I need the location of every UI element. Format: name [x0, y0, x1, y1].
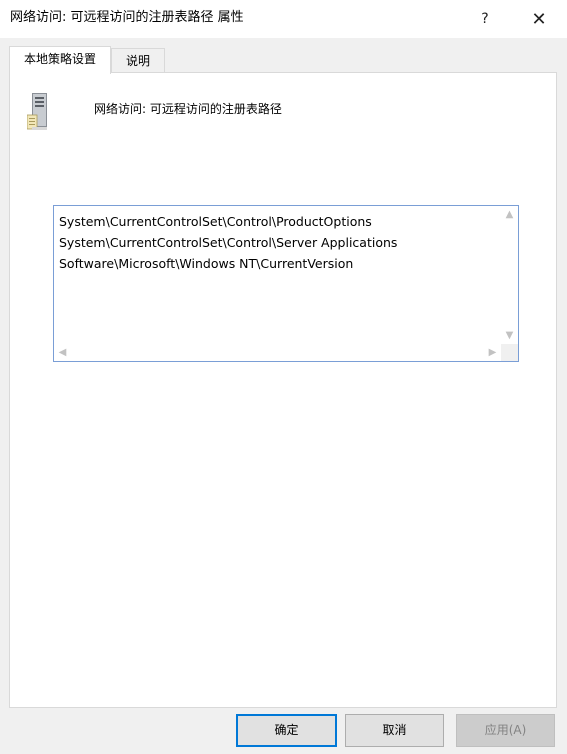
vertical-scrollbar[interactable]: ▲ ▼	[501, 206, 518, 344]
window-title: 网络访问: 可远程访问的注册表路径 属性	[10, 10, 244, 25]
help-button[interactable]: ?	[462, 0, 508, 38]
scroll-left-icon[interactable]: ◀	[54, 344, 71, 361]
server-icon	[27, 93, 47, 130]
scroll-right-icon[interactable]: ▶	[484, 344, 501, 361]
horizontal-scrollbar[interactable]: ◀ ▶	[54, 344, 501, 361]
tab-explain[interactable]: 说明	[111, 48, 165, 73]
list-item: Software\Microsoft\Windows NT\CurrentVer…	[59, 256, 354, 271]
scroll-up-icon[interactable]: ▲	[501, 206, 518, 223]
scroll-down-icon[interactable]: ▼	[501, 327, 518, 344]
dialog-body: 本地策略设置 说明 网络访问: 可远程访问的注册表路径 System\Curre…	[0, 38, 567, 754]
policy-name: 网络访问: 可远程访问的注册表路径	[94, 102, 282, 116]
apply-button[interactable]: 应用(A)	[456, 714, 555, 747]
tab-local-policy-setting[interactable]: 本地策略设置	[9, 46, 111, 74]
cancel-button[interactable]: 取消	[345, 714, 444, 747]
list-item: System\CurrentControlSet\Control\Product…	[59, 214, 372, 229]
list-item: System\CurrentControlSet\Control\Server …	[59, 235, 398, 250]
title-bar: 网络访问: 可远程访问的注册表路径 属性 ? ✕	[0, 0, 567, 38]
ok-button[interactable]: 确定	[236, 714, 337, 747]
tab-panel: 网络访问: 可远程访问的注册表路径 System\CurrentControlS…	[9, 72, 557, 708]
close-button[interactable]: ✕	[516, 0, 562, 38]
registry-path-list: System\CurrentControlSet\Control\Product…	[59, 211, 489, 274]
registry-paths-textbox[interactable]: System\CurrentControlSet\Control\Product…	[53, 205, 519, 362]
button-row: 确定 取消 应用(A)	[0, 714, 567, 748]
scrollbar-corner	[501, 344, 518, 361]
